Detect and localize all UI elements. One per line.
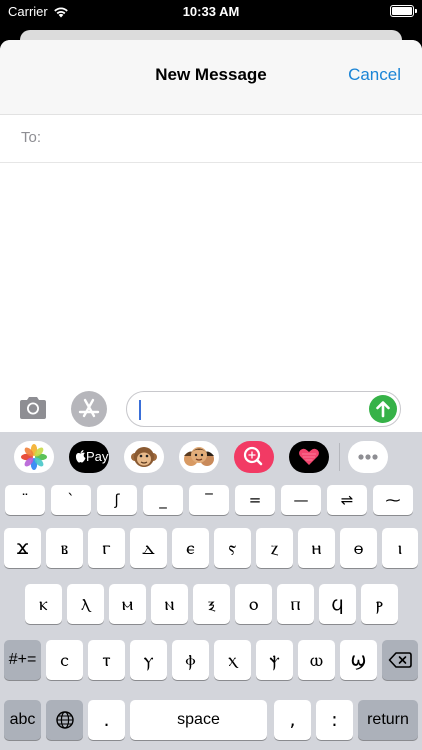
key-row4-4[interactable]: ⲫ <box>172 640 209 680</box>
key-row2-4[interactable]: ⲇ <box>130 528 167 568</box>
key-row1-9[interactable]: ⁓ <box>373 485 413 515</box>
key-row4-3[interactable]: ⲩ <box>130 640 167 680</box>
image-search-app-icon[interactable] <box>234 441 274 473</box>
key-row2-6[interactable]: ⲋ <box>214 528 251 568</box>
camera-icon[interactable] <box>16 391 50 425</box>
key-row2-9[interactable]: ⲑ <box>340 528 377 568</box>
status-bar: Carrier 10:33 AM <box>0 0 422 24</box>
message-input[interactable] <box>126 391 401 427</box>
key-row4-2[interactable]: ⲧ <box>88 640 125 680</box>
monkey-memoji-icon[interactable] <box>124 441 164 473</box>
navigation-bar: New Message Cancel <box>0 40 422 115</box>
photos-app-icon[interactable] <box>14 441 54 473</box>
app-store-icon <box>78 398 100 418</box>
comma-key[interactable]: , <box>274 700 311 740</box>
symbols-key-label: #+= <box>8 651 37 668</box>
delete-key[interactable] <box>382 640 418 680</box>
key-row4-8[interactable]: ϣ <box>340 640 377 680</box>
key-row3-5[interactable]: ⲝ <box>193 584 230 624</box>
key-row2-5[interactable]: ⲉ <box>172 528 209 568</box>
colon-key[interactable]: : <box>316 700 353 740</box>
apple-logo-icon <box>75 450 86 463</box>
abc-key-label: abc <box>9 711 36 728</box>
key-row3-9[interactable]: ⲣ <box>361 584 398 624</box>
key-row1-4[interactable]: _ <box>143 485 183 515</box>
key-row2-8[interactable]: ⲏ <box>298 528 335 568</box>
key-row1-3[interactable]: ʃ <box>97 485 137 515</box>
space-key[interactable]: space <box>130 700 267 740</box>
key-row2-2[interactable]: ⲃ <box>46 528 83 568</box>
text-caret <box>139 400 141 420</box>
key-row3-7[interactable]: ⲡ <box>277 584 314 624</box>
key-row3-8[interactable]: ϥ <box>319 584 356 624</box>
key-row1-6[interactable]: = <box>235 485 275 515</box>
more-apps-icon[interactable] <box>348 441 388 473</box>
to-label: To: <box>21 129 42 146</box>
imessage-app-strip: Pay <box>0 432 422 482</box>
return-key-label: return <box>367 711 409 728</box>
apple-pay-app-icon[interactable]: Pay <box>69 441 109 473</box>
app-strip-divider <box>339 443 340 471</box>
abc-key-main[interactable]: abc <box>4 700 41 740</box>
key-row1-1[interactable]: ¨ <box>5 485 45 515</box>
key-row3-3[interactable]: ⲙ <box>109 584 146 624</box>
apple-pay-label: Pay <box>86 449 109 464</box>
battery-icon <box>390 5 417 17</box>
period-key[interactable]: . <box>88 700 125 740</box>
key-row2-3[interactable]: ⲅ <box>88 528 125 568</box>
globe-icon <box>55 711 74 729</box>
key-row4-7[interactable]: ⲱ <box>298 640 335 680</box>
globe-key[interactable] <box>46 700 83 740</box>
compose-sheet: New Message Cancel To: Pay ¨ ` ʃ _ ‾ = —… <box>0 40 422 750</box>
app-store-button[interactable] <box>71 391 107 427</box>
key-row1-7[interactable]: — <box>281 485 321 515</box>
key-row2-7[interactable]: ⲍ <box>256 528 293 568</box>
key-row4-5[interactable]: ⲭ <box>214 640 251 680</box>
symbols-key[interactable]: #+= <box>4 640 41 680</box>
key-row4-1[interactable]: ⲥ <box>46 640 83 680</box>
key-row2-1[interactable]: ϫ <box>4 528 41 568</box>
key-row3-6[interactable]: ⲟ <box>235 584 272 624</box>
recipient-field[interactable]: To: <box>0 115 422 163</box>
send-button[interactable] <box>369 395 397 423</box>
key-row1-8[interactable]: ⇌ <box>327 485 367 515</box>
key-row3-2[interactable]: ⲗ <box>67 584 104 624</box>
delete-backward-icon <box>388 652 412 668</box>
digital-touch-app-icon[interactable] <box>289 441 329 473</box>
key-row1-2[interactable]: ` <box>51 485 91 515</box>
cancel-button[interactable]: Cancel <box>348 65 401 85</box>
key-row3-1[interactable]: ⲕ <box>25 584 62 624</box>
key-row3-4[interactable]: ⲛ <box>151 584 188 624</box>
memoji-stickers-icon[interactable] <box>179 441 219 473</box>
key-row1-5[interactable]: ‾ <box>189 485 229 515</box>
arrow-up-icon <box>376 401 390 418</box>
status-time: 10:33 AM <box>182 4 240 19</box>
key-row4-6[interactable]: ⲯ <box>256 640 293 680</box>
return-key[interactable]: return <box>358 700 418 740</box>
key-row2-10[interactable]: ⲓ <box>382 528 418 568</box>
space-key-label: space <box>177 711 220 728</box>
